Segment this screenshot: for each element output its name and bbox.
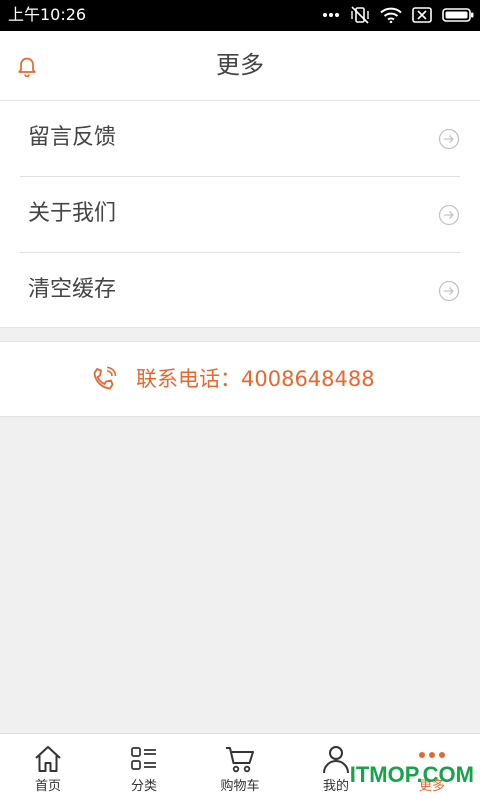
more-dots-icon	[322, 12, 340, 18]
wifi-icon	[380, 7, 402, 23]
menu-item-label: 关于我们	[28, 201, 117, 226]
phone-icon	[90, 365, 118, 393]
nav-label: 分类	[130, 779, 157, 794]
no-sim-icon	[412, 7, 432, 23]
vibrate-off-icon	[350, 6, 370, 24]
status-icons	[322, 5, 474, 25]
status-time: 上午10:26	[8, 5, 87, 24]
battery-icon	[442, 8, 474, 22]
page-title: 更多	[216, 51, 264, 79]
nav-label: 购物车	[220, 779, 260, 794]
menu-item-label: 清空缓存	[28, 277, 117, 302]
contact-phone-row[interactable]: 联系电话：4008648488	[0, 341, 480, 417]
nav-item-category[interactable]: 分类	[96, 734, 192, 801]
nav-item-home[interactable]: 首页	[0, 734, 96, 801]
nav-label: 首页	[34, 779, 61, 794]
category-icon	[128, 744, 160, 774]
home-icon	[32, 744, 64, 774]
header-bar: 更多	[0, 31, 480, 101]
arrow-right-circle-icon	[438, 128, 460, 150]
status-bar: 上午10:26	[0, 0, 480, 31]
nav-item-cart[interactable]: 购物车	[192, 734, 288, 801]
menu-item-label: 留言反馈	[28, 125, 117, 150]
arrow-right-circle-icon	[438, 204, 460, 226]
user-icon	[320, 744, 352, 774]
menu-item-about[interactable]: 关于我们	[20, 177, 460, 253]
menu-list: 留言反馈 关于我们 清空缓存	[0, 101, 480, 328]
arrow-right-circle-icon	[438, 280, 460, 302]
watermark: ITMOP.COM	[349, 762, 474, 787]
menu-item-feedback[interactable]: 留言反馈	[20, 101, 460, 177]
menu-item-clear-cache[interactable]: 清空缓存	[20, 253, 460, 328]
cart-icon	[224, 744, 256, 774]
contact-phone-text: 联系电话：4008648488	[136, 367, 375, 391]
